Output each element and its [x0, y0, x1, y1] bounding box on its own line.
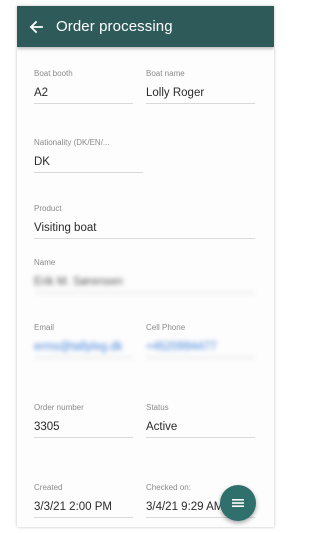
field-boat-name: Boat name Lolly Roger	[146, 69, 255, 104]
back-button[interactable]	[27, 18, 45, 36]
order-form: Boat booth A2 Boat name Lolly Roger Nati…	[17, 47, 274, 527]
email-label: Email	[34, 323, 55, 332]
cell-phone-label: Cell Phone	[146, 323, 186, 332]
boat-booth-label: Boat booth	[34, 69, 73, 78]
email-value[interactable]: erms@tallyleg.dk	[34, 340, 133, 358]
name-label: Name	[34, 258, 56, 267]
field-email: Email erms@tallyleg.dk	[34, 323, 133, 358]
field-cell-phone: Cell Phone +4520994477	[146, 323, 255, 358]
nationality-label: Nationality (DK/EN/...	[34, 138, 110, 147]
field-order-number: Order number 3305	[34, 403, 133, 438]
app-screen: Order processing Boat booth A2 Boat name…	[17, 6, 274, 527]
field-nationality: Nationality (DK/EN/... DK	[34, 138, 143, 173]
name-value[interactable]: Erik M. Sørensen	[34, 275, 255, 293]
boat-booth-value[interactable]: A2	[34, 86, 133, 104]
field-boat-booth: Boat booth A2	[34, 69, 133, 104]
cell-phone-value[interactable]: +4520994477	[146, 340, 255, 358]
field-product: Product Visiting boat	[34, 204, 255, 239]
arrow-left-icon	[29, 20, 43, 33]
order-number-label: Order number	[34, 403, 84, 412]
boat-name-label: Boat name	[146, 69, 185, 78]
status-label: Status	[146, 403, 169, 412]
created-value[interactable]: 3/3/21 2:00 PM	[34, 500, 133, 518]
field-name: Name Erik M. Sørensen	[34, 258, 255, 293]
app-bar: Order processing	[17, 6, 274, 47]
order-number-value[interactable]: 3305	[34, 420, 133, 438]
status-value[interactable]: Active	[146, 420, 255, 438]
menu-icon	[232, 499, 244, 507]
product-value[interactable]: Visiting boat	[34, 221, 255, 239]
menu-fab-button[interactable]	[220, 485, 256, 521]
nationality-value[interactable]: DK	[34, 155, 143, 173]
product-label: Product	[34, 204, 62, 213]
created-label: Created	[34, 483, 63, 492]
boat-name-value[interactable]: Lolly Roger	[146, 86, 255, 104]
page-title: Order processing	[56, 18, 173, 35]
field-status: Status Active	[146, 403, 255, 438]
field-created: Created 3/3/21 2:00 PM	[34, 483, 133, 518]
